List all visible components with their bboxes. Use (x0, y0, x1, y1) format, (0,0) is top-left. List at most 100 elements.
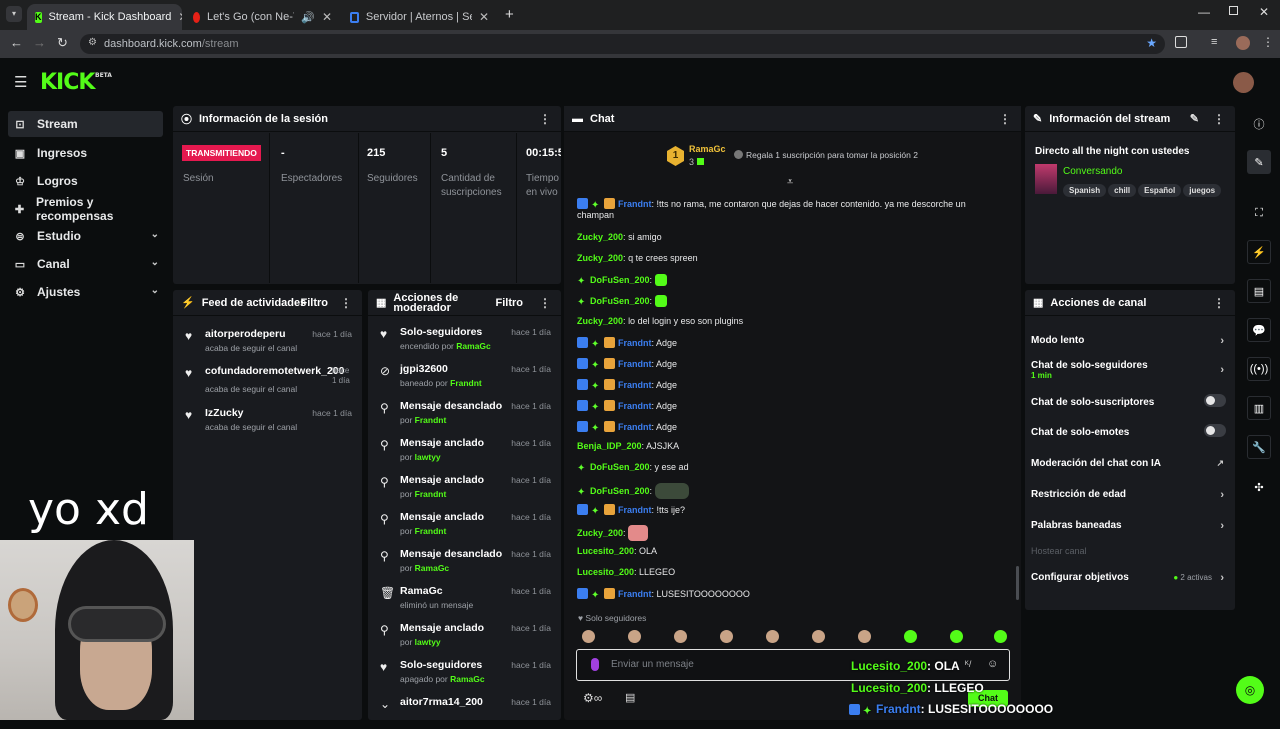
browser-tab-kick[interactable]: K Stream - Kick Dashboard ✕ (27, 4, 182, 30)
chat-message[interactable]: ✦ Frandnt: !tts no rama, me contaron que … (577, 198, 966, 220)
chat-scrollbar[interactable] (1016, 566, 1019, 600)
action-age-restriction[interactable]: Restricción de edad › (1031, 489, 1226, 501)
info-icon[interactable]: ⓘ (1247, 112, 1271, 136)
store-icon[interactable]: ▤ (625, 691, 635, 704)
emote-icon[interactable] (766, 630, 779, 643)
more-options-icon[interactable]: ⋮ (1213, 112, 1225, 126)
sidebar-item-ingresos[interactable]: ▣ Ingresos (8, 140, 163, 166)
emote-icon[interactable] (904, 630, 917, 643)
close-window-icon[interactable]: ✕ (1259, 5, 1269, 19)
speaker-icon[interactable]: 🔊 (301, 11, 315, 24)
chat-message[interactable]: ✦ Frandnt: Adge (577, 400, 677, 413)
emote-picker-icon[interactable]: ☺ (987, 658, 998, 670)
list-item[interactable]: ♥ Solo-seguidores encendido por RamaGc hace… (368, 322, 561, 359)
action-followers-only[interactable]: Chat de solo-seguidores 1 min › (1031, 360, 1226, 380)
chat-message[interactable]: Zucky_200: lo del login y eso son plugin… (577, 316, 743, 326)
tag[interactable]: juegos (1183, 184, 1222, 197)
chat-message[interactable]: Zucky_200: q te crees spreen (577, 253, 698, 263)
emote-icon[interactable] (858, 630, 871, 643)
sidebar-item-stream[interactable]: ⊡ Stream (8, 111, 163, 137)
restore-icon[interactable] (1229, 6, 1238, 15)
emote-icon[interactable] (674, 630, 687, 643)
emote-icon[interactable] (582, 630, 595, 643)
tag[interactable]: chill (1108, 184, 1137, 197)
emote-icon[interactable] (812, 630, 825, 643)
microphone-icon[interactable] (591, 658, 599, 671)
gift-prompt[interactable]: Regala 1 suscripción para tomar la posic… (734, 150, 918, 160)
close-tab-icon[interactable]: ✕ (479, 10, 489, 24)
media-control-icon[interactable]: ≡ (1211, 36, 1217, 48)
more-options-icon[interactable]: ⋮ (539, 296, 551, 310)
emotes-only-toggle[interactable] (1204, 424, 1226, 437)
action-goals[interactable]: Configurar objetivos ● 2 activas › (1031, 572, 1226, 584)
sidebar-item-premios[interactable]: ✚ Premios y recompensas (8, 195, 163, 223)
list-item[interactable]: ⚲ Mensaje anclado por Frandnt hace 1 día (368, 470, 561, 507)
chat-message[interactable]: ✦ Frandnt: Adge (577, 337, 677, 350)
chat-message[interactable]: ✦ Frandnt: Adge (577, 379, 677, 392)
wrench-icon[interactable]: 🔧 (1247, 435, 1271, 459)
sidebar-item-logros[interactable]: ♔ Logros (8, 168, 163, 194)
kick-emote-icon[interactable]: ᴷ/ (965, 659, 971, 669)
list-item[interactable]: ⊘ jgpi32600 baneado por Frandnt hace 1 día (368, 359, 561, 396)
pinned-collapse-icon[interactable]: ⩡ (787, 176, 793, 189)
tab-search-button[interactable]: ▾ (6, 6, 22, 22)
action-ai-moderation[interactable]: Moderación del chat con IA ↗ (1031, 458, 1226, 469)
minimize-icon[interactable]: — (1198, 5, 1210, 19)
quick-actions-icon[interactable]: ⚡ (1247, 240, 1271, 264)
list-item[interactable]: ⚲ Mensaje anclado por lawtyy hace 1 día (368, 618, 561, 655)
chat-message[interactable]: ✦ Frandnt: LUSESITOOOOOOOO (577, 588, 750, 601)
chat-message[interactable]: Benja_IDP_200: AJSJKA (577, 441, 679, 451)
chat-settings-icon[interactable]: ⚙∞ (583, 691, 602, 705)
bookmark-star-icon[interactable]: ★ (1146, 36, 1157, 50)
chat-message[interactable]: Lucesito_200: OLA (577, 546, 657, 556)
chat-message[interactable]: Zucky_200: (577, 525, 649, 541)
close-tab-icon[interactable]: ✕ (322, 10, 332, 24)
browser-tab-aternos[interactable]: Servidor | Aternos | Servidor de ✕ (342, 4, 497, 30)
forward-icon[interactable]: → (33, 35, 46, 50)
mod-tools-icon[interactable]: ▥ (1247, 396, 1271, 420)
chat-message[interactable]: ✦ DoFuSen_200: (577, 274, 667, 287)
close-tab-icon[interactable]: ✕ (178, 10, 182, 24)
filter-button[interactable]: Filtro (496, 297, 524, 309)
add-widget-icon[interactable]: ✣ (1247, 475, 1271, 499)
list-item[interactable]: ⌄ aitor7rma14_200 hace 1 día (368, 692, 561, 729)
kick-logo[interactable]: KICK BETA (40, 70, 112, 95)
list-item[interactable]: ⚲ Mensaje anclado por Frandnt hace 1 día (368, 507, 561, 544)
chat-message[interactable]: ✦ Frandnt: Adge (577, 421, 677, 434)
support-chat-button[interactable]: ◎ (1236, 676, 1264, 704)
sidebar-item-ajustes[interactable]: ⚙ Ajustes ⌄ (8, 279, 163, 305)
chat-message[interactable]: ✦ Frandnt: Adge (577, 358, 677, 371)
edit-panel-icon[interactable]: ✎ (1247, 150, 1271, 174)
list-item[interactable]: ♥ Solo-seguidores apagado por RamaGc hace 1… (368, 655, 561, 692)
user-avatar[interactable] (1233, 72, 1254, 93)
category-name[interactable]: Conversando (1063, 166, 1122, 177)
more-options-icon[interactable]: ⋮ (999, 112, 1011, 126)
notes-icon[interactable]: ▤ (1247, 279, 1271, 303)
emote-icon[interactable] (994, 630, 1007, 643)
emote-icon[interactable] (950, 630, 963, 643)
action-banned-words[interactable]: Palabras baneadas › (1031, 520, 1226, 532)
hamburger-menu-icon[interactable]: ☰ (14, 73, 27, 91)
url-field[interactable]: ⚙ dashboard.kick.com/stream ★ (80, 34, 1165, 54)
chat-message[interactable]: ✦ DoFuSen_200: y ese ad (577, 462, 689, 474)
list-item[interactable]: ♥ aitorperodeperu acaba de seguir el canal… (173, 324, 362, 361)
back-icon[interactable]: ← (10, 35, 23, 50)
tag[interactable]: Español (1138, 184, 1182, 197)
new-tab-icon[interactable]: + (505, 6, 514, 23)
chat-message[interactable]: ✦ Frandnt: !tts ije? (577, 504, 685, 517)
list-item[interactable]: ⚲ Mensaje anclado por lawtyy hace 1 día (368, 433, 561, 470)
site-info-icon[interactable]: ⚙ (88, 37, 97, 48)
action-slow-mode[interactable]: Modo lento › (1031, 335, 1226, 347)
action-subscribers-only[interactable]: Chat de solo-suscriptores (1031, 394, 1226, 408)
filter-button[interactable]: Filtro (301, 297, 329, 309)
sidebar-item-canal[interactable]: ▭ Canal ⌄ (8, 251, 163, 277)
list-item[interactable]: ♥ IzZucky acaba de seguir el canal hace 1 d… (173, 403, 362, 440)
more-options-icon[interactable]: ⋮ (340, 296, 352, 310)
broadcast-icon[interactable]: ((•)) (1247, 357, 1271, 381)
chat-message[interactable]: ✦ DoFuSen_200: (577, 295, 667, 308)
edit-icon[interactable]: ✎ (1190, 112, 1199, 125)
action-emotes-only[interactable]: Chat de solo-emotes (1031, 424, 1226, 438)
more-options-icon[interactable]: ⋮ (1213, 296, 1225, 310)
chat-message[interactable]: Zucky_200: si amigo (577, 232, 662, 242)
list-item[interactable]: ♥ cofundadoremotetwerk_200 acaba de seguir… (173, 361, 362, 403)
